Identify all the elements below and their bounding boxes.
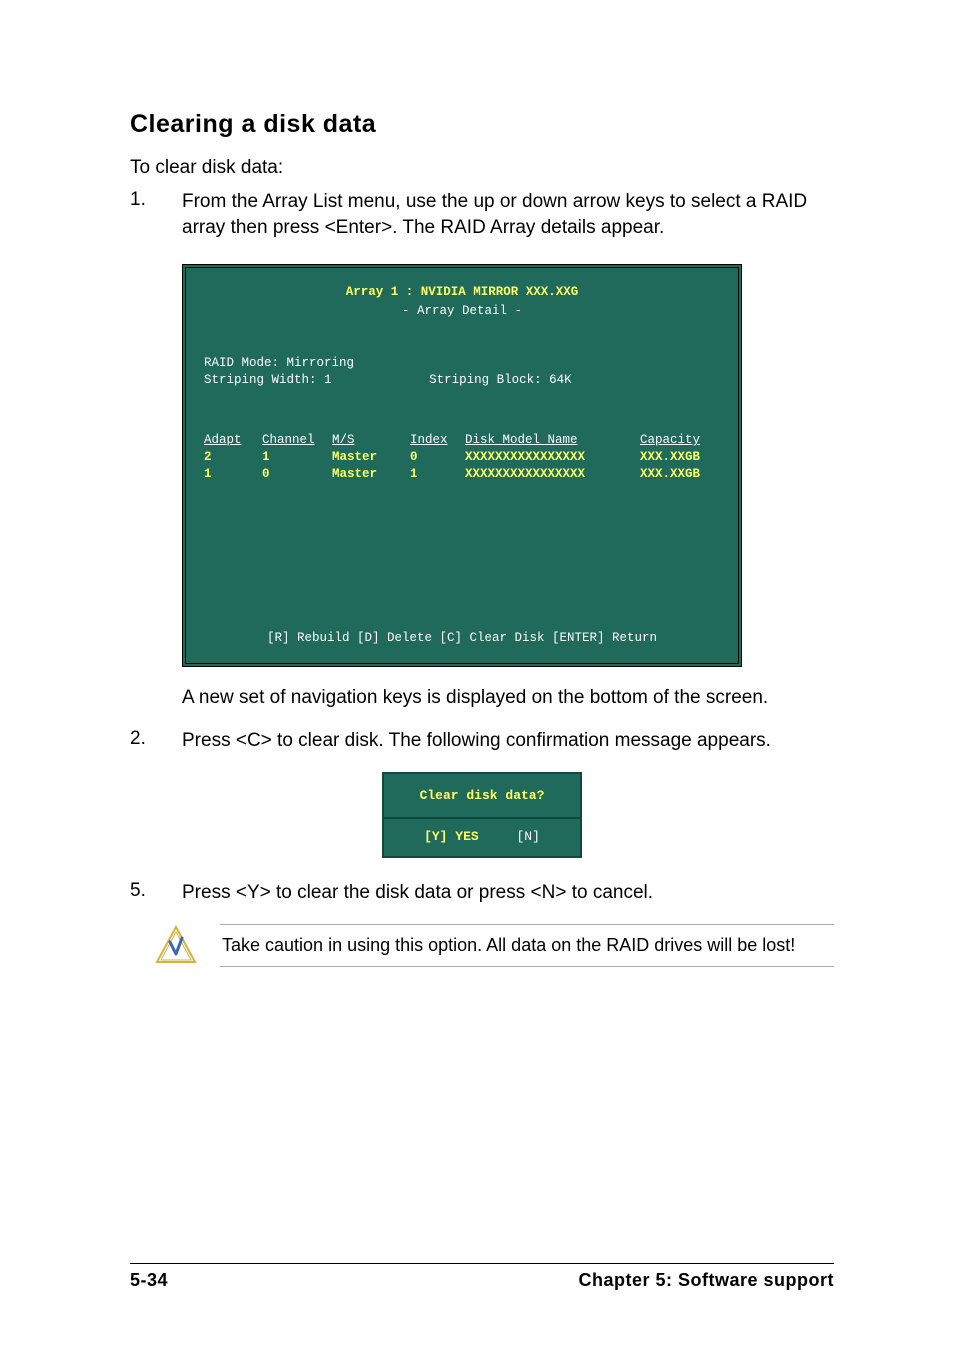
step-number-blank (130, 685, 182, 711)
col-index: Index (410, 432, 465, 449)
cell-model-0: XXXXXXXXXXXXXXXX (465, 450, 585, 464)
steps-after-panel: A new set of navigation keys is displaye… (130, 685, 834, 754)
step-number: 1. (130, 189, 182, 240)
bios-subtitle: - Array Detail - (204, 303, 720, 320)
bios-striping-width: Striping Width: 1 (204, 373, 332, 387)
col-ms: M/S (332, 432, 410, 449)
step-number-2: 2. (130, 728, 182, 754)
step-text: From the Array List menu, use the up or … (182, 189, 834, 240)
caution-block: Take caution in using this option. All d… (154, 924, 834, 968)
bios-table: Adapt2 1Channel1 0M/SMaster MasterIndex0… (204, 416, 720, 500)
step-2: 2. Press <C> to clear disk. The followin… (130, 728, 834, 754)
bios-info: RAID Mode: Mirroring Striping Width: 1 S… (204, 338, 720, 406)
step-number-5: 5. (130, 880, 182, 906)
col-capacity: Capacity (640, 432, 715, 449)
page-footer: 5-34 Chapter 5: Software support (130, 1263, 834, 1291)
cell-index-0: 0 (410, 450, 418, 464)
cell-cap-0: XXX.XXGB (640, 450, 700, 464)
step-note: A new set of navigation keys is displaye… (130, 685, 834, 711)
step-1: 1. From the Array List menu, use the up … (130, 189, 834, 240)
confirm-question: Clear disk data? (384, 774, 580, 819)
step-note-text: A new set of navigation keys is displaye… (182, 685, 834, 711)
section-title: Clearing a disk data (130, 110, 834, 139)
cell-channel-0: 1 (262, 450, 270, 464)
confirm-no[interactable]: [N] (517, 829, 540, 844)
lead-text: To clear disk data: (130, 157, 834, 179)
caution-icon (154, 924, 198, 968)
bios-footer: [R] Rebuild [D] Delete [C] Clear Disk [E… (204, 612, 720, 657)
col-model: Disk Model Name (465, 432, 640, 449)
cell-index-1: 1 (410, 467, 418, 481)
step-2-text: Press <C> to clear disk. The following c… (182, 728, 834, 754)
bios-spacer (204, 502, 720, 612)
bios-raid-mode: RAID Mode: Mirroring (204, 356, 354, 370)
page-number: 5-34 (130, 1270, 168, 1291)
steps-list: 1. From the Array List menu, use the up … (130, 189, 834, 240)
caution-text: Take caution in using this option. All d… (220, 924, 834, 967)
confirm-options: [Y] YES [N] (384, 819, 580, 856)
confirm-dialog: Clear disk data? [Y] YES [N] (382, 772, 582, 858)
cell-adapt-0: 2 (204, 450, 212, 464)
page: Clearing a disk data To clear disk data:… (0, 0, 954, 1351)
chapter-label: Chapter 5: Software support (578, 1270, 834, 1291)
bios-panel: Array 1 : NVIDIA MIRROR XXX.XXG - Array … (182, 264, 742, 667)
confirm-yes[interactable]: [Y] YES (424, 829, 479, 844)
col-adapt: Adapt (204, 432, 262, 449)
cell-ms-1: Master (332, 467, 377, 481)
cell-adapt-1: 1 (204, 467, 212, 481)
step-5: 5. Press <Y> to clear the disk data or p… (130, 880, 834, 906)
steps-final: 5. Press <Y> to clear the disk data or p… (130, 880, 834, 906)
cell-cap-1: XXX.XXGB (640, 467, 700, 481)
step-5-text: Press <Y> to clear the disk data or pres… (182, 880, 834, 906)
col-channel: Channel (262, 432, 332, 449)
bios-striping-block: Striping Block: 64K (429, 373, 572, 387)
cell-channel-1: 0 (262, 467, 270, 481)
cell-model-1: XXXXXXXXXXXXXXXX (465, 467, 585, 481)
cell-ms-0: Master (332, 450, 377, 464)
bios-title: Array 1 : NVIDIA MIRROR XXX.XXG (204, 284, 720, 301)
